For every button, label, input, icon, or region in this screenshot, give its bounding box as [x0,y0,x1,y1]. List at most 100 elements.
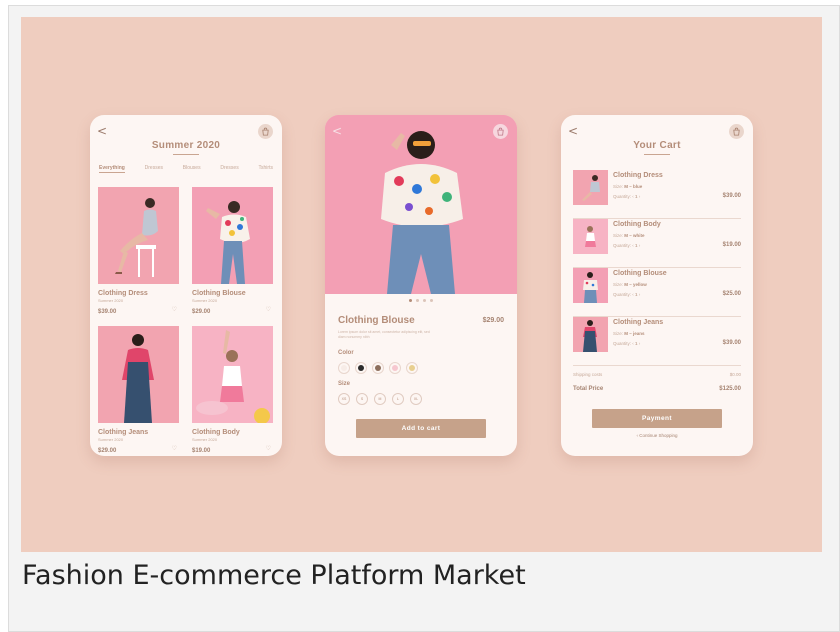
page-title: Summer 2020 [151,140,221,151]
product-season: Summer 2020 [192,298,218,303]
cart-item-price: $39.00 [722,193,741,199]
tab-dresses-2[interactable]: Dresses [220,165,238,173]
title-underline [644,154,670,155]
carousel-dot[interactable] [416,299,419,302]
title-underline [173,154,199,155]
product-price: $19.00 [192,448,211,454]
product-description: Lorem ipsum dolor sit amet, consectetur … [338,330,430,339]
product-photo [192,187,273,284]
cart-item[interactable]: Clothing Blouse Size: M – yellow Quantit… [573,268,741,317]
product-name: Clothing Dress [98,290,148,297]
payment-button[interactable]: Payment [592,409,722,428]
tab-tshirts[interactable]: Tshirts [259,165,273,173]
tab-dresses[interactable]: Dresses [145,165,163,173]
add-to-cart-button[interactable]: Add to cart [356,419,486,438]
chevron-left-icon[interactable]: < [332,125,342,137]
cart-item-quantity[interactable]: Quantity: ‹ 1 › [613,292,640,297]
phone-cart: < Your Cart Clothing Dress Size: M – blu… [561,115,753,456]
quantity-prefix: Quantity: [613,243,632,248]
tab-blouses[interactable]: Blouses [183,165,201,173]
cart-item-name: Clothing Dress [613,172,663,179]
cart-item-quantity[interactable]: Quantity: ‹ 1 › [613,243,640,248]
cart-item-photo [573,268,608,303]
product-photo [98,326,179,423]
carousel-dot[interactable] [409,299,412,302]
cart-item-photo [573,170,608,205]
product-name: Clothing Body [192,429,240,436]
cart-item-name: Clothing Jeans [613,319,664,326]
color-swatch[interactable] [355,362,367,374]
size-value: M – blue [624,184,643,189]
product-season: Summer 2020 [192,437,218,442]
size-option[interactable]: M [374,393,386,405]
size-prefix: Size: [613,331,624,336]
quantity-prefix: Quantity: [613,341,632,346]
size-option[interactable]: S [356,393,368,405]
product-season: Summer 2020 [98,437,124,442]
size-prefix: Size: [613,282,624,287]
cart-item[interactable]: Clothing Jeans Size: M – jeans Quantity:… [573,317,741,366]
chevron-left-icon[interactable]: < [97,125,107,137]
size-option[interactable]: XL [410,393,422,405]
product-season: Summer 2020 [98,298,124,303]
quantity-value: 1 [635,243,638,248]
carousel-dots[interactable] [325,299,517,302]
product-card[interactable]: Clothing Dress Summer 2020 $39.00 ♡ [98,187,179,315]
cart-item-price: $25.00 [722,291,741,297]
cart-item-price: $39.00 [722,340,741,346]
size-label: Size [338,381,351,387]
tab-everything[interactable]: Everything [99,165,125,173]
color-swatch[interactable] [338,362,350,374]
heart-icon[interactable]: ♡ [172,445,177,452]
shopping-bag-icon[interactable] [729,124,744,139]
cart-item-name: Clothing Blouse [613,270,667,277]
size-option[interactable]: L [392,393,404,405]
heart-icon[interactable]: ♡ [266,445,271,452]
product-price: $29.00 [98,448,117,454]
shipping-value: $0.00 [729,372,741,377]
quantity-prefix: Quantity: [613,292,632,297]
product-price: $29.00 [482,317,504,324]
phone-product-detail: < Clothing Blouse $29.00 Lorem ipsum dol… [325,115,517,456]
color-swatch[interactable] [406,362,418,374]
continue-shopping-link[interactable]: ‹ Continue Shopping [561,433,753,438]
product-hero-photo [325,115,517,294]
heart-icon[interactable]: ♡ [266,306,271,313]
cart-item[interactable]: Clothing Body Size: M – white Quantity: … [573,219,741,268]
cart-item-quantity[interactable]: Quantity: ‹ 1 › [613,341,640,346]
shipping-row: Shipping costs $0.00 [573,372,741,377]
size-option[interactable]: XS [338,393,350,405]
carousel-dot[interactable] [430,299,433,302]
category-tabs: Everything Dresses Blouses Dresses Tshir… [99,165,273,173]
total-value: $125.00 [719,386,741,392]
product-name: Clothing Blouse [338,315,415,326]
quantity-prefix: Quantity: [613,194,632,199]
product-price: $29.00 [192,309,211,315]
quantity-value: 1 [635,194,638,199]
product-card[interactable]: Clothing Body Summer 2020 $19.00 ♡ [192,326,273,454]
product-card[interactable]: Clothing Jeans Summer 2020 $29.00 ♡ [98,326,179,454]
total-row: Total Price $125.00 [573,386,741,392]
product-photo [98,187,179,284]
size-options: XS S M L XL [338,393,422,405]
article-caption[interactable]: Fashion E-commerce Platform Market [22,560,526,591]
carousel-dot[interactable] [423,299,426,302]
product-card[interactable]: Clothing Blouse Summer 2020 $29.00 ♡ [192,187,273,315]
shopping-bag-icon[interactable] [493,124,508,139]
color-swatch[interactable] [372,362,384,374]
chevron-left-icon[interactable]: < [568,125,578,137]
cart-item-quantity[interactable]: Quantity: ‹ 1 › [613,194,640,199]
color-swatch[interactable] [389,362,401,374]
cart-item-price: $19.00 [722,242,741,248]
product-price: $39.00 [98,309,117,315]
cart-item-size: Size: M – jeans [613,331,645,336]
heart-icon[interactable]: ♡ [172,306,177,313]
cart-item-name: Clothing Body [613,221,661,228]
shopping-bag-icon[interactable] [258,124,273,139]
size-prefix: Size: [613,184,624,189]
total-label: Total Price [573,386,604,392]
quantity-value: 1 [635,341,638,346]
product-name: Clothing Jeans [98,429,149,436]
cart-item[interactable]: Clothing Dress Size: M – blue Quantity: … [573,170,741,219]
cart-item-size: Size: M – white [613,233,645,238]
